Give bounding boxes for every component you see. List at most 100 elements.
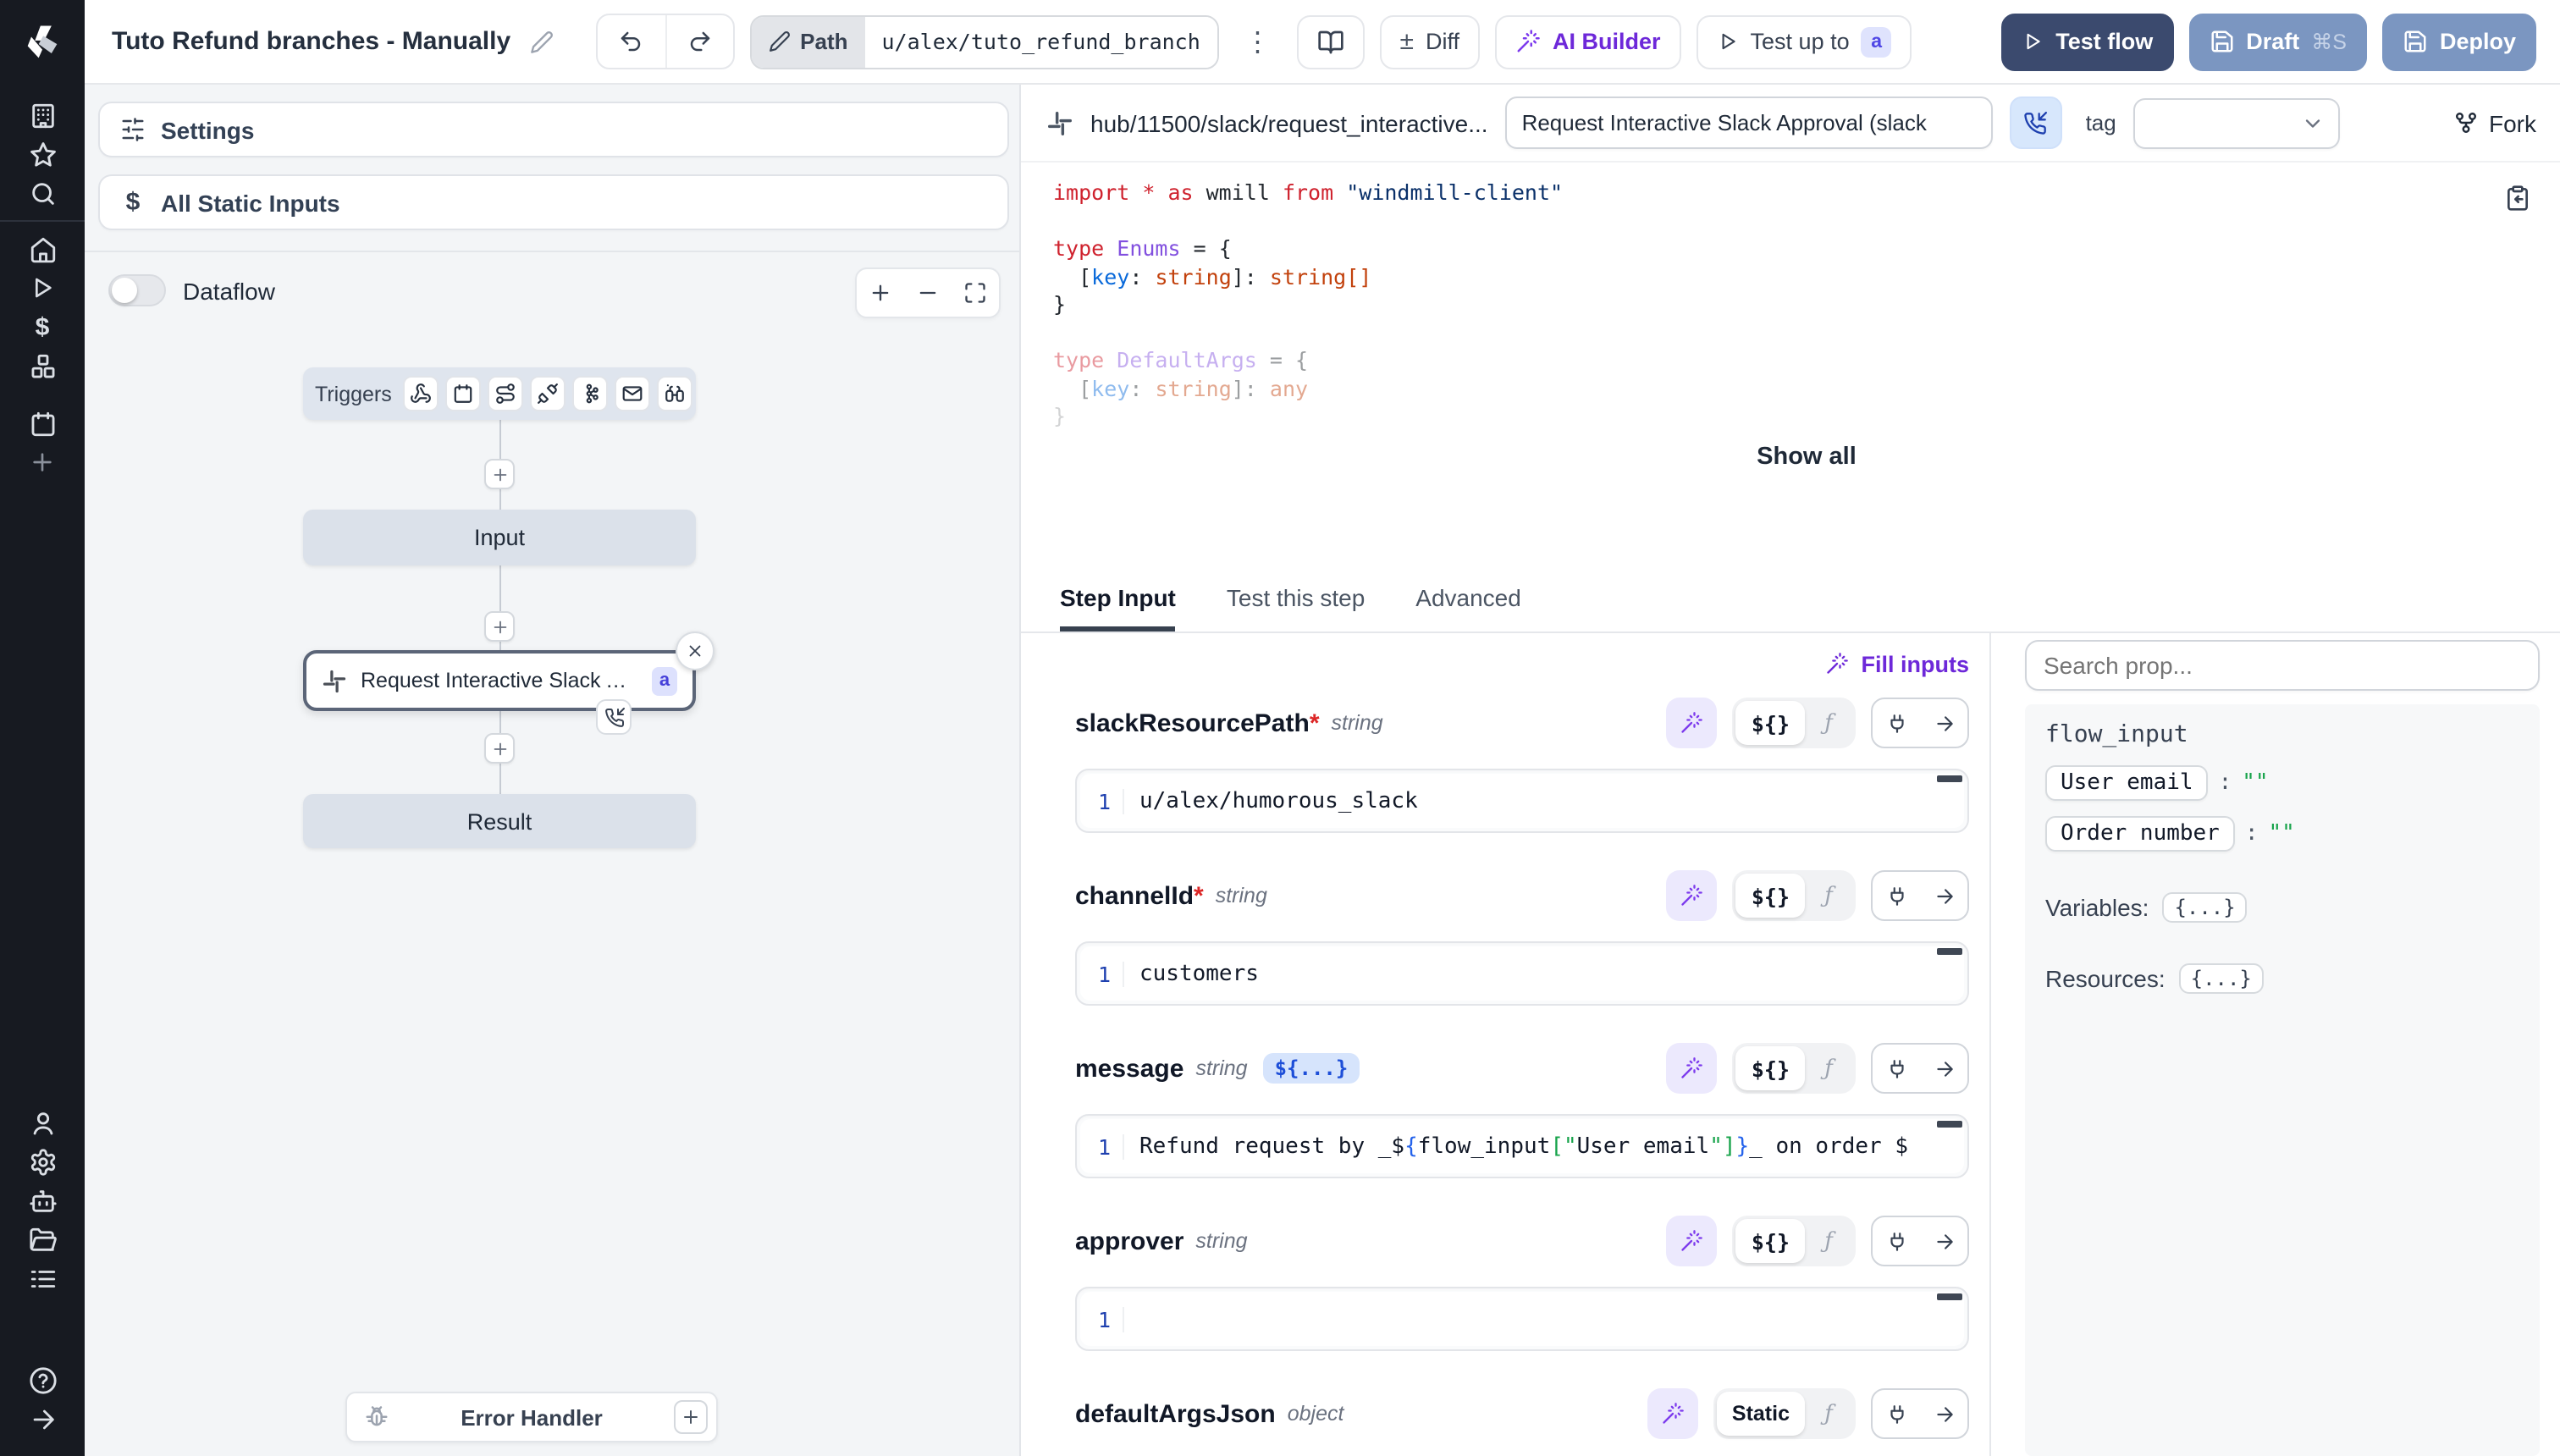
docs-button[interactable] [1297, 14, 1365, 69]
arrow-right-icon[interactable] [1920, 1045, 1967, 1092]
sidebar-item-search[interactable] [14, 176, 71, 210]
test-flow-button[interactable]: Test flow [2001, 13, 2173, 70]
sidebar-item-home[interactable] [14, 232, 71, 266]
draft-button[interactable]: Draft⌘S [2188, 13, 2367, 70]
arrow-right-icon[interactable] [1920, 1217, 1967, 1265]
function-mode-button[interactable]: ƒ [1805, 1219, 1852, 1263]
function-mode-button[interactable]: ƒ [1805, 701, 1852, 745]
prop-chip-user-email[interactable]: User email [2045, 765, 2209, 801]
ai-fill-button[interactable] [1667, 698, 1718, 748]
static-inputs-card[interactable]: $ All Static Inputs [98, 174, 1009, 230]
search-prop-input[interactable] [2025, 640, 2540, 691]
arrow-right-icon[interactable] [1920, 872, 1967, 919]
add-step-button[interactable] [484, 459, 515, 489]
template-mode-button[interactable]: ${} [1736, 1219, 1805, 1263]
more-menu-button[interactable]: ⋮ [1234, 25, 1282, 58]
show-all-button[interactable]: Show all [1053, 443, 2560, 470]
approval-step-node[interactable]: Request Interactive Slack Approval (... … [303, 650, 696, 711]
sidebar-item-account[interactable] [14, 1106, 71, 1139]
ai-fill-button[interactable] [1667, 1216, 1718, 1266]
test-up-to-button[interactable]: Test up toa [1697, 14, 1912, 69]
static-mode-button[interactable]: Static [1717, 1392, 1805, 1436]
flow-settings-card[interactable]: Settings [98, 102, 1009, 157]
ai-fill-button[interactable] [1667, 1043, 1718, 1094]
plug-icon[interactable] [1873, 1217, 1920, 1265]
step-summary-input[interactable] [1505, 97, 1993, 149]
play-icon [2022, 30, 2044, 52]
tab-test-this-step[interactable]: Test this step [1227, 584, 1365, 631]
input-mode-toggle: Static ƒ [1713, 1388, 1856, 1439]
zoom-out-button[interactable] [904, 269, 952, 317]
function-mode-button[interactable]: ƒ [1805, 1392, 1852, 1436]
hub-script-path[interactable]: hub/11500/slack/request_interactive... [1090, 109, 1488, 136]
tab-step-input[interactable]: Step Input [1060, 584, 1176, 631]
windmill-logo[interactable] [0, 0, 85, 85]
redo-button[interactable] [665, 15, 732, 68]
prop-chip-order-number[interactable]: Order number [2045, 816, 2235, 852]
sidebar-item-add[interactable] [14, 445, 71, 479]
schedule-trigger-button[interactable] [446, 376, 482, 411]
error-handler-node[interactable]: Error Handler [345, 1392, 718, 1442]
edit-title-icon[interactable] [529, 30, 553, 53]
suspend-approval-button[interactable] [2010, 97, 2062, 149]
zoom-in-button[interactable] [857, 269, 904, 317]
ai-fill-button[interactable] [1667, 870, 1718, 921]
sidebar-item-variables[interactable]: $ [14, 310, 71, 344]
fit-view-button[interactable] [952, 269, 999, 317]
deploy-button[interactable]: Deploy [2382, 13, 2536, 70]
triggers-node[interactable]: Triggers [303, 367, 696, 420]
path-input[interactable] [865, 16, 1217, 67]
code-editor[interactable]: import * as wmill from "windmill-client"… [1021, 163, 2560, 572]
diff-button[interactable]: ±Diff [1380, 14, 1481, 69]
sidebar-item-folders[interactable] [14, 1222, 71, 1256]
plug-icon[interactable] [1873, 1045, 1920, 1092]
route-trigger-button[interactable] [488, 376, 524, 411]
sidebar-collapse[interactable] [14, 1402, 71, 1436]
sidebar-item-resources[interactable] [14, 349, 71, 383]
dataflow-toggle[interactable] [108, 274, 166, 306]
sidebar-item-schedules[interactable] [14, 406, 71, 440]
add-step-button[interactable] [484, 611, 515, 642]
template-mode-button[interactable]: ${} [1736, 1046, 1805, 1090]
clipboard-paste-icon[interactable] [2504, 185, 2531, 212]
sidebar-item-workspace[interactable] [14, 98, 71, 132]
fill-inputs-button[interactable]: Fill inputs [1075, 640, 1969, 687]
websocket-trigger-button[interactable] [531, 376, 566, 411]
variables-chip[interactable]: {...} [2162, 892, 2247, 923]
webhook-trigger-button[interactable] [404, 376, 439, 411]
sidebar-item-settings[interactable] [14, 1144, 71, 1178]
plug-icon[interactable] [1873, 699, 1920, 747]
tag-select[interactable] [2133, 97, 2340, 148]
plug-icon[interactable] [1873, 872, 1920, 919]
plug-icon[interactable] [1873, 1390, 1920, 1437]
function-mode-button[interactable]: ƒ [1805, 1046, 1852, 1090]
kafka-trigger-button[interactable] [573, 376, 609, 411]
field-value-editor[interactable]: 1 u/alex/humorous_slack [1075, 769, 1969, 833]
function-mode-button[interactable]: ƒ [1805, 874, 1852, 918]
add-step-button[interactable] [484, 733, 515, 764]
sidebar-item-favorites[interactable] [14, 137, 71, 171]
sidebar-item-runs[interactable] [14, 271, 71, 305]
undo-button[interactable] [597, 15, 665, 68]
sidebar-item-ai[interactable] [14, 1183, 71, 1217]
template-mode-button[interactable]: ${} [1736, 701, 1805, 745]
fork-button[interactable]: Fork [2453, 109, 2536, 136]
field-value-editor[interactable]: 1 [1075, 1287, 1969, 1351]
delete-step-button[interactable] [676, 631, 714, 670]
arrow-right-icon[interactable] [1920, 1390, 1967, 1437]
field-value-editor[interactable]: 1 Refund request by _${flow_input["User … [1075, 1114, 1969, 1178]
poll-trigger-button[interactable] [658, 376, 693, 411]
add-error-handler-button[interactable] [674, 1400, 708, 1434]
resources-chip[interactable]: {...} [2179, 963, 2264, 994]
ai-fill-button[interactable] [1647, 1388, 1698, 1439]
sidebar-item-help[interactable] [14, 1363, 71, 1397]
template-mode-button[interactable]: ${} [1736, 874, 1805, 918]
input-node[interactable]: Input [303, 510, 696, 565]
email-trigger-button[interactable] [615, 376, 651, 411]
field-value-editor[interactable]: 1 customers [1075, 941, 1969, 1006]
tab-advanced[interactable]: Advanced [1415, 584, 1521, 631]
arrow-right-icon[interactable] [1920, 699, 1967, 747]
ai-builder-button[interactable]: AI Builder [1495, 14, 1681, 69]
sidebar-item-audit-logs[interactable] [14, 1261, 71, 1295]
result-node[interactable]: Result [303, 794, 696, 848]
